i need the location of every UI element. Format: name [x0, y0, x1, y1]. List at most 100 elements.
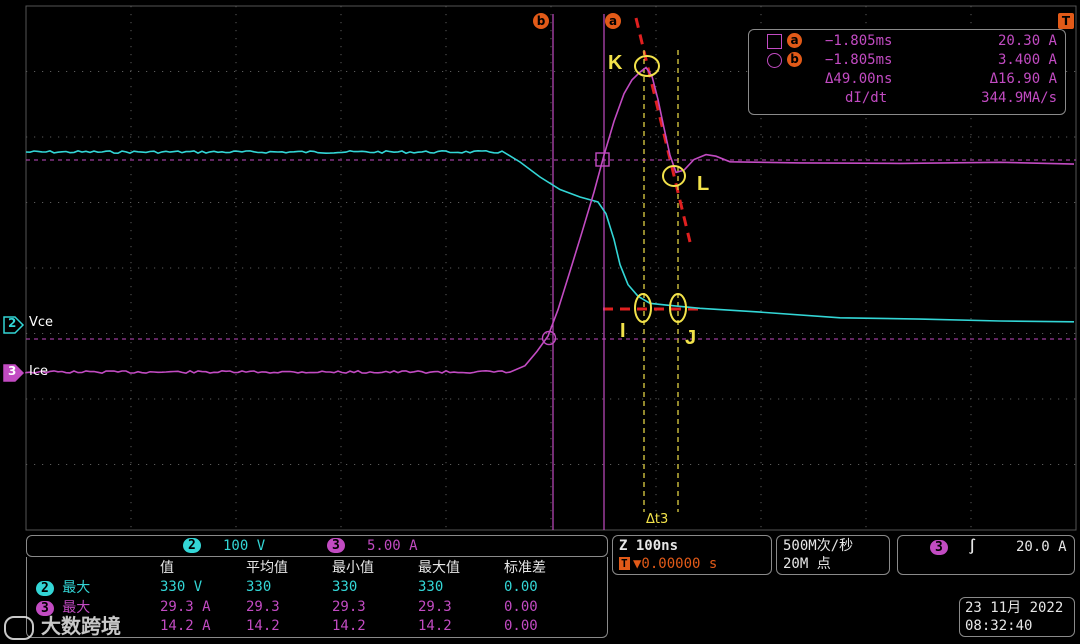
grid-dot: [770, 464, 772, 465]
grid-dot: [722, 333, 724, 334]
channel-scale-bar[interactable]: 2 100 V 3 5.00 A: [26, 535, 608, 557]
cursor-rate-value: 344.9MA/s: [981, 90, 1057, 106]
grid-dot: [202, 202, 204, 203]
timebase-panel[interactable]: Z 100ns T ▼0.00000 s: [612, 535, 772, 575]
zoom-timebase[interactable]: Z 100ns: [619, 537, 678, 555]
grid-dot: [130, 190, 132, 192]
grid-dot: [858, 136, 860, 138]
grid-dot: [130, 350, 132, 352]
grid-dot: [760, 366, 762, 368]
grid-dot: [490, 464, 492, 465]
grid-dot: [26, 333, 28, 334]
grid-dot: [458, 333, 460, 334]
grid-dot: [234, 71, 236, 72]
grid-dot: [865, 158, 867, 160]
grid-dot: [106, 202, 108, 203]
grid-dot: [865, 334, 867, 336]
grid-dot: [282, 71, 284, 72]
grid-dot: [322, 267, 324, 269]
acquisition-panel[interactable]: 500M次/秒 20M 点: [776, 535, 890, 575]
grid-dot: [970, 246, 972, 248]
grid-dot: [818, 202, 820, 203]
grid-dot: [235, 126, 237, 128]
ch2-scale[interactable]: 100 V: [223, 537, 265, 555]
grid-dot: [550, 366, 552, 368]
grid-dot: [442, 71, 444, 72]
horizontal-position[interactable]: ▼0.00000 s: [633, 555, 717, 573]
grid-dot: [962, 464, 964, 465]
grid-dot: [550, 6, 552, 8]
grid-dot: [865, 494, 867, 496]
grid-dot: [235, 230, 237, 232]
ch3-ref-marker[interactable]: 3: [3, 364, 25, 386]
grid-dot: [340, 78, 342, 80]
grid-dot: [594, 202, 596, 203]
grid-dot: [490, 136, 492, 138]
grid-dot: [760, 494, 762, 496]
grid-dot: [714, 71, 716, 72]
grid-dot: [554, 71, 556, 72]
grid-dot: [378, 333, 380, 334]
grid-dot: [674, 202, 676, 203]
grid-dot: [66, 398, 68, 400]
grid-dot: [258, 333, 260, 334]
grid-dot: [898, 202, 900, 203]
grid-dot: [970, 358, 972, 360]
grid-dot: [970, 302, 972, 304]
grid-dot: [578, 202, 580, 203]
grid-dot: [938, 202, 940, 203]
grid-dot: [235, 406, 237, 408]
grid-dot: [760, 198, 762, 200]
grid-dot: [186, 267, 188, 269]
grid-dot: [250, 333, 252, 334]
grid-dot: [865, 270, 867, 272]
grid-dot: [970, 142, 972, 144]
grid-dot: [74, 202, 76, 203]
grid-dot: [146, 71, 148, 72]
grid-dot: [418, 202, 420, 203]
grid-dot: [235, 438, 237, 440]
grid-dot: [42, 464, 44, 465]
grid-dot: [826, 398, 828, 400]
ch2-chip[interactable]: 2: [183, 538, 201, 553]
grid-dot: [394, 333, 396, 334]
grid-dot: [445, 86, 447, 88]
cursor-a-marker[interactable]: a: [605, 13, 621, 29]
grid-dot: [994, 464, 996, 465]
grid-dot: [274, 136, 276, 138]
grid-dot: [655, 198, 657, 200]
grid-dot: [122, 202, 124, 203]
ch3-scale[interactable]: 5.00 A: [367, 537, 418, 555]
measurement-row[interactable]: 2 最大 330 V 330 330 330 0.00: [31, 577, 579, 597]
grid-dot: [466, 267, 468, 269]
grid-dot: [810, 267, 812, 269]
grid-dot: [314, 398, 316, 400]
grid-dot: [235, 110, 237, 112]
grid-dot: [466, 202, 468, 203]
grid-dot: [235, 350, 237, 352]
cursor-b-marker[interactable]: b: [533, 13, 549, 29]
grid-dot: [865, 310, 867, 312]
cursor-readout-panel[interactable]: a −1.805ms 20.30 A b −1.805ms 3.400 A Δ4…: [748, 29, 1066, 115]
trigger-position-marker[interactable]: T: [1058, 13, 1074, 29]
grid-dot: [340, 326, 342, 328]
grid-dot: [865, 126, 867, 128]
grid-dot: [235, 414, 237, 416]
ch2-ref-marker[interactable]: 2: [3, 316, 25, 338]
grid-dot: [58, 71, 60, 72]
grid-dot: [550, 46, 552, 48]
grid-dot: [82, 267, 84, 269]
ch3-chip[interactable]: 3: [327, 538, 345, 553]
grid-dot: [626, 267, 628, 269]
grid-dot: [445, 494, 447, 496]
grid-dot: [760, 294, 762, 296]
grid-dot: [130, 518, 132, 520]
grid-dot: [282, 136, 284, 138]
watermark-text: 大数跨境: [40, 614, 121, 638]
trigger-panel[interactable]: 3 ∫ 20.0 A: [897, 535, 1075, 575]
grid-dot: [655, 462, 657, 464]
grid-dot: [74, 464, 76, 465]
grid-dot: [170, 333, 172, 334]
grid-dot: [610, 333, 612, 334]
grid-dot: [562, 464, 564, 465]
